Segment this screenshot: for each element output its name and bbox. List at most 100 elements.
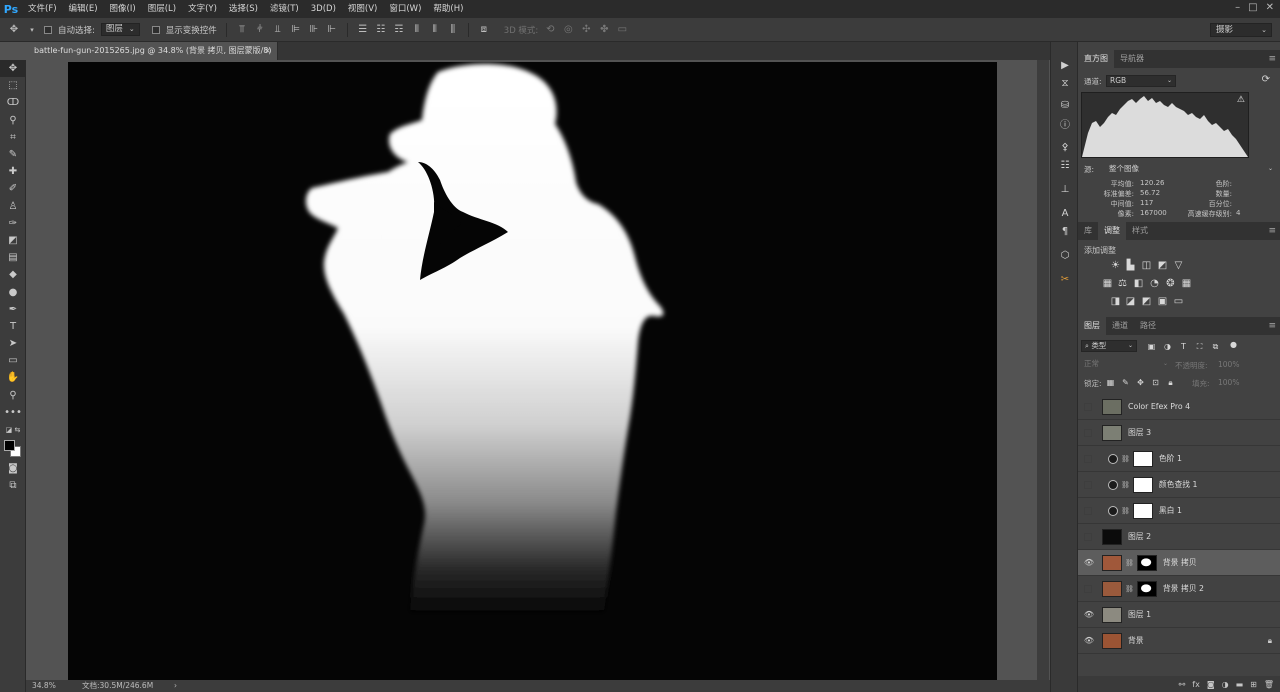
layer-row[interactable]: Color Efex Pro 4 bbox=[1078, 394, 1280, 420]
filter-toggle-icon[interactable]: ● bbox=[1228, 339, 1239, 350]
zoom-level[interactable]: 34.8% bbox=[32, 680, 56, 692]
marquee-tool-icon[interactable]: ⬚ bbox=[0, 77, 26, 94]
quick-select-tool-icon[interactable]: ⚲ bbox=[0, 112, 26, 129]
layer-row[interactable]: 图层 3 bbox=[1078, 420, 1280, 446]
filter-smart-object-icon[interactable]: ⧉ bbox=[1210, 341, 1221, 352]
align-hcenter-icon[interactable]: ⊪ bbox=[308, 24, 320, 36]
delete-layer-icon[interactable]: 🗑︎ bbox=[1264, 680, 1274, 689]
new-layer-icon[interactable]: ⊞ bbox=[1250, 680, 1257, 689]
distribute-hcenter-icon[interactable]: ⫴ bbox=[429, 24, 441, 36]
layer-thumbnail[interactable] bbox=[1102, 606, 1122, 623]
vibrance-icon[interactable]: ▽ bbox=[1173, 260, 1184, 271]
color-balance-icon[interactable]: ⚖ bbox=[1117, 278, 1128, 289]
layer-thumbnail[interactable] bbox=[1102, 554, 1122, 571]
eraser-tool-icon[interactable]: ◩ bbox=[0, 232, 26, 249]
layer-mask-thumbnail[interactable] bbox=[1132, 502, 1153, 519]
shape-tool-icon[interactable]: ▭ bbox=[0, 352, 26, 369]
visibility-toggle[interactable] bbox=[1084, 506, 1092, 515]
brush-tool-icon[interactable]: ✐ bbox=[0, 180, 26, 197]
color-swatches[interactable] bbox=[0, 438, 26, 460]
layer-style-icon[interactable]: fx bbox=[1192, 680, 1200, 689]
black-white-icon[interactable]: ◧ bbox=[1133, 278, 1144, 289]
layer-mask-thumbnail[interactable] bbox=[1136, 554, 1157, 571]
panel-menu-icon[interactable]: ≡ bbox=[1268, 317, 1276, 335]
move-tool-icon[interactable]: ✥ bbox=[0, 60, 26, 78]
menu-item[interactable]: 图像(I) bbox=[104, 0, 142, 18]
fill-value[interactable]: 100% bbox=[1218, 378, 1239, 387]
align-vcenter-icon[interactable]: ⫩ bbox=[254, 24, 266, 36]
status-menu-arrow[interactable]: › bbox=[174, 680, 177, 692]
document-canvas[interactable] bbox=[68, 62, 997, 680]
character-icon[interactable]: A bbox=[1051, 204, 1079, 222]
minimize-button[interactable]: – bbox=[1235, 0, 1240, 16]
document-tab[interactable]: battle-fun-gun-2015265.jpg @ 34.8% (背景 拷… bbox=[26, 42, 278, 73]
tab-paths[interactable]: 路径 bbox=[1134, 317, 1162, 335]
menu-item[interactable]: 窗口(W) bbox=[383, 0, 427, 18]
photo-filter-icon[interactable]: ◔ bbox=[1149, 278, 1160, 289]
history-icon[interactable]: ⧖ bbox=[1051, 74, 1079, 92]
tab-channels[interactable]: 通道 bbox=[1106, 317, 1134, 335]
gradient-tool-icon[interactable]: ▤ bbox=[0, 249, 26, 266]
color-lookup-icon[interactable]: ▦ bbox=[1181, 278, 1192, 289]
menu-item[interactable]: 帮助(H) bbox=[427, 0, 469, 18]
lock-all-icon[interactable]: 🔒︎ bbox=[1165, 377, 1176, 388]
blend-mode-select[interactable]: 正常 ⌄ bbox=[1081, 358, 1171, 370]
distribute-left-icon[interactable]: ⦀ bbox=[411, 24, 423, 36]
layer-row[interactable]: 👁︎ 图层 1 bbox=[1078, 602, 1280, 628]
layer-mask-thumbnail[interactable] bbox=[1132, 450, 1153, 467]
auto-select-dropdown[interactable]: 图层 ⌄ bbox=[100, 23, 140, 36]
layer-row[interactable]: ⛓ 颜色查找 1 bbox=[1078, 472, 1280, 498]
hand-tool-icon[interactable]: ✋ bbox=[0, 369, 26, 386]
clone-source-icon[interactable]: ⊥ bbox=[1051, 180, 1079, 198]
invert-icon[interactable]: ◨ bbox=[1110, 296, 1121, 307]
align-top-icon[interactable]: ⫪ bbox=[236, 24, 248, 36]
visibility-eye-icon[interactable]: 👁︎ bbox=[1082, 558, 1096, 567]
menu-item[interactable]: 文字(Y) bbox=[182, 0, 223, 18]
layer-row[interactable]: ⛓ 背景 拷贝 2 bbox=[1078, 576, 1280, 602]
layer-name[interactable]: 背景 拷贝 bbox=[1163, 557, 1197, 568]
3d-drag-icon[interactable]: ✣ bbox=[580, 24, 592, 36]
lock-image-icon[interactable]: ✎ bbox=[1120, 377, 1131, 388]
add-mask-icon[interactable]: ◙ bbox=[1207, 680, 1215, 689]
visibility-toggle[interactable] bbox=[1084, 532, 1092, 541]
selective-color-icon[interactable]: ▭ bbox=[1173, 296, 1184, 307]
menu-item[interactable]: 文件(F) bbox=[22, 0, 63, 18]
visibility-toggle[interactable] bbox=[1084, 480, 1092, 489]
crop-tool-icon[interactable]: ⌗ bbox=[0, 129, 26, 146]
refresh-icon[interactable]: ⟳ bbox=[1262, 74, 1270, 85]
brush-settings-icon[interactable]: ⛁ bbox=[1051, 96, 1079, 114]
brightness-icon[interactable]: ☀ bbox=[1110, 260, 1121, 271]
new-adjustment-icon[interactable]: ◑ bbox=[1222, 680, 1229, 689]
filter-type-icon[interactable]: T bbox=[1178, 341, 1189, 352]
layer-name[interactable]: 背景 拷贝 2 bbox=[1163, 583, 1204, 594]
quick-mask-icon[interactable]: ◙ bbox=[0, 460, 26, 477]
layer-name[interactable]: 色阶 1 bbox=[1159, 453, 1182, 464]
filter-shape-icon[interactable]: ⛶ bbox=[1194, 341, 1205, 352]
menu-item[interactable]: 图层(L) bbox=[142, 0, 182, 18]
tab-library[interactable]: 库 bbox=[1078, 222, 1098, 240]
visibility-toggle[interactable] bbox=[1084, 454, 1092, 463]
properties-icon[interactable]: ☷ bbox=[1051, 156, 1079, 174]
visibility-toggle[interactable] bbox=[1084, 402, 1092, 411]
layer-row[interactable]: ⛓ 黑白 1 bbox=[1078, 498, 1280, 524]
zoom-tool-icon[interactable]: ⚲ bbox=[0, 387, 26, 404]
layer-row[interactable]: 👁︎ ⛓ 背景 拷贝 bbox=[1078, 550, 1280, 576]
layer-name[interactable]: 背景 bbox=[1128, 635, 1144, 646]
layer-name[interactable]: 图层 1 bbox=[1128, 609, 1151, 620]
posterize-icon[interactable]: ◪ bbox=[1125, 296, 1136, 307]
distribute-top-icon[interactable]: ☰ bbox=[357, 24, 369, 36]
layer-thumbnail[interactable] bbox=[1102, 398, 1122, 415]
layer-row[interactable]: 👁︎ 背景 🔒︎ bbox=[1078, 628, 1280, 654]
layer-thumbnail[interactable] bbox=[1102, 424, 1122, 441]
layer-thumbnail[interactable] bbox=[1102, 632, 1122, 649]
tool-presets-icon[interactable]: ✂ bbox=[1051, 270, 1079, 288]
filter-pixel-icon[interactable]: ▣ bbox=[1146, 341, 1157, 352]
info-icon[interactable]: ⓘ bbox=[1051, 114, 1079, 132]
link-layers-icon[interactable]: ⚯ bbox=[1179, 680, 1186, 689]
screen-mode-icon[interactable]: ⧉ bbox=[0, 477, 26, 494]
channel-select[interactable]: RGB ⌄ bbox=[1106, 75, 1176, 87]
path-select-icon[interactable]: ➤ bbox=[0, 335, 26, 352]
layer-name[interactable]: 图层 2 bbox=[1128, 531, 1151, 542]
filter-adjustment-icon[interactable]: ◑ bbox=[1162, 341, 1173, 352]
paragraph-icon[interactable]: ¶ bbox=[1051, 222, 1079, 240]
